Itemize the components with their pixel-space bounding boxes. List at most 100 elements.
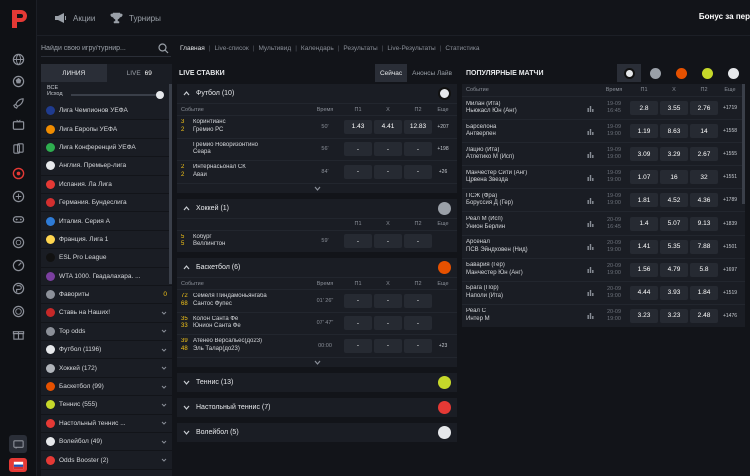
more-markets-link[interactable]: +198 [433, 146, 453, 152]
coin-icon[interactable] [11, 304, 25, 318]
odd-p1-button[interactable]: 1.19 [630, 124, 658, 139]
football-expand-button[interactable] [177, 182, 457, 193]
more-markets-link[interactable]: +1697 [719, 267, 741, 273]
sidebar-item[interactable]: Фавориты 0 [41, 286, 172, 305]
odd-p1-button[interactable]: - [344, 234, 372, 249]
filter-volleyball[interactable] [721, 64, 745, 82]
sidebar-item[interactable]: Италия. Серия А [41, 212, 172, 231]
sidebar-item[interactable]: Odds Booster (2) [41, 451, 172, 470]
popular-match-row[interactable]: Брага (Пор) Наполи (Ита) 20-09 19:00 4.44 3.9… [462, 280, 745, 304]
sidebar-item[interactable]: Баскетбол (99) [41, 378, 172, 397]
more-markets-link[interactable]: +1555 [719, 151, 741, 157]
odd-p1-button[interactable]: 1.81 [630, 193, 658, 208]
odd-p2-button[interactable]: - [404, 164, 432, 179]
popular-match-row[interactable]: Бавария (Гер) Манчестер Юн (Анг) 20-09 19:0… [462, 257, 745, 281]
promos-link[interactable]: Акции [54, 12, 95, 24]
slider-handle[interactable] [156, 91, 164, 99]
table-tennis-header[interactable]: Настольный теннис (7) [177, 397, 457, 417]
crumb-statistics[interactable]: Статистика [445, 45, 479, 52]
volleyball-header[interactable]: Волейбол (5) [177, 422, 457, 442]
basketball-header[interactable]: Баскетбол (6) [177, 258, 457, 277]
more-markets-link[interactable]: +1558 [719, 128, 741, 134]
sidebar-item[interactable]: Лига Конференций УЕФА [41, 139, 172, 158]
target-icon[interactable] [11, 235, 25, 249]
tab-live[interactable]: LIVE 69 [107, 64, 173, 82]
odd-x-button[interactable]: - [374, 142, 402, 157]
odd-p2-button[interactable]: 1.84 [690, 285, 718, 300]
odd-x-button[interactable]: 3.29 [660, 147, 688, 162]
sidebar-item[interactable]: Волейбол (49) [41, 433, 172, 452]
tab-line[interactable]: ЛИНИЯ [41, 64, 107, 82]
popular-match-row[interactable]: ПСЖ (Фра) Боруссия Д (Гер) 19-09 19:00 1.81 4… [462, 188, 745, 211]
tennis-header[interactable]: Теннис (13) [177, 372, 457, 392]
odd-p1-button[interactable]: - [344, 338, 372, 353]
odd-x-button[interactable]: 4.41 [374, 119, 402, 134]
popular-match-row[interactable]: Манчестер Сити (Анг) Црвена Звезда 19-09 19… [462, 165, 745, 188]
odd-p2-button[interactable]: - [404, 293, 432, 308]
sidebar-item[interactable]: Англия. Премьер-лига [41, 157, 172, 176]
brand-logo-icon[interactable] [9, 8, 28, 30]
gift-icon[interactable] [11, 327, 25, 341]
more-markets-link[interactable]: +1719 [719, 105, 741, 111]
odd-p1-button[interactable]: 3.09 [630, 147, 658, 162]
odd-x-button[interactable]: 4.52 [660, 193, 688, 208]
more-markets-link[interactable]: +1789 [719, 197, 741, 203]
odd-x-button[interactable]: - [374, 316, 402, 331]
stats-icon[interactable] [587, 243, 594, 251]
odd-p1-button[interactable]: - [344, 316, 372, 331]
more-markets-link[interactable]: +1551 [719, 174, 741, 180]
more-markets-link[interactable]: +26 [433, 169, 453, 175]
sidebar-item[interactable]: Лига Чемпионов УЕФА [41, 102, 172, 121]
sidebar-item[interactable]: ESL Pro League [41, 249, 172, 268]
filter-football[interactable] [617, 64, 641, 82]
stats-icon[interactable] [587, 289, 594, 297]
tab-now[interactable]: Сейчас [374, 64, 408, 82]
odd-p2-button[interactable]: 9.13 [690, 216, 718, 231]
odd-p1-button[interactable]: 2.8 [630, 101, 658, 116]
sidebar-item[interactable]: Хоккей (172) [41, 359, 172, 378]
sidebar-item[interactable]: Германия. Бундеслига [41, 194, 172, 213]
globe-icon[interactable] [11, 52, 25, 66]
odd-x-button[interactable]: - [374, 338, 402, 353]
match-row[interactable]: 35 Колон Санта Фе 33 Юнион Санта Фе 07' 47" -… [177, 311, 457, 335]
flag-ru-icon[interactable] [9, 458, 27, 472]
rocket-icon[interactable] [11, 96, 25, 110]
slider-track[interactable] [71, 94, 162, 96]
bonus-banner[interactable]: Бонус за пер [699, 12, 750, 21]
odd-x-button[interactable]: 3.55 [660, 101, 688, 116]
search-input[interactable] [41, 41, 151, 55]
more-markets-link[interactable]: +207 [433, 124, 453, 130]
match-row[interactable]: 2 Интернасьонал СК 2 Аваи 84' - - - +26 [177, 160, 457, 183]
odd-p2-button[interactable]: 12.83 [404, 119, 432, 134]
chat-support-icon[interactable] [9, 435, 27, 453]
odd-p2-button[interactable]: - [404, 338, 432, 353]
crumb-live-list[interactable]: Live-список [214, 45, 248, 52]
stats-icon[interactable] [587, 128, 594, 135]
more-markets-link[interactable]: +23 [433, 343, 453, 349]
odd-p2-button[interactable]: 14 [690, 124, 718, 139]
stats-icon[interactable] [587, 174, 594, 181]
sidebar-item[interactable]: Настольный теннис ... [41, 415, 172, 434]
gamepad-icon[interactable] [11, 189, 25, 203]
odd-x-button[interactable]: - [374, 293, 402, 308]
sidebar-item[interactable]: Лига Европы УЕФА [41, 120, 172, 139]
stats-icon[interactable] [587, 151, 594, 158]
sidebar-item[interactable]: Теннис (555) [41, 396, 172, 415]
sidebar-item[interactable]: Футбол (1196) [41, 341, 172, 360]
sidebar-item[interactable]: WTA 1000. Гвадалахара. ... [41, 268, 172, 286]
odd-x-button[interactable]: - [374, 164, 402, 179]
more-markets-link[interactable]: +1839 [719, 221, 741, 227]
popular-scrollbar[interactable] [742, 84, 745, 204]
ball-icon[interactable] [11, 74, 25, 88]
odd-x-button[interactable]: 8.63 [660, 124, 688, 139]
filter-tennis[interactable] [695, 64, 719, 82]
more-markets-link[interactable]: +1519 [719, 290, 741, 296]
odd-x-button[interactable]: 5.35 [660, 239, 688, 254]
odd-x-button[interactable]: 3.23 [660, 308, 688, 323]
odd-p2-button[interactable]: - [404, 316, 432, 331]
cards-icon[interactable] [11, 141, 25, 155]
filter-hockey[interactable] [643, 64, 667, 82]
odd-p2-button[interactable]: 2.76 [690, 101, 718, 116]
hockey-header[interactable]: Хоккей (1) [177, 199, 457, 218]
odd-x-button[interactable]: 4.79 [660, 262, 688, 277]
